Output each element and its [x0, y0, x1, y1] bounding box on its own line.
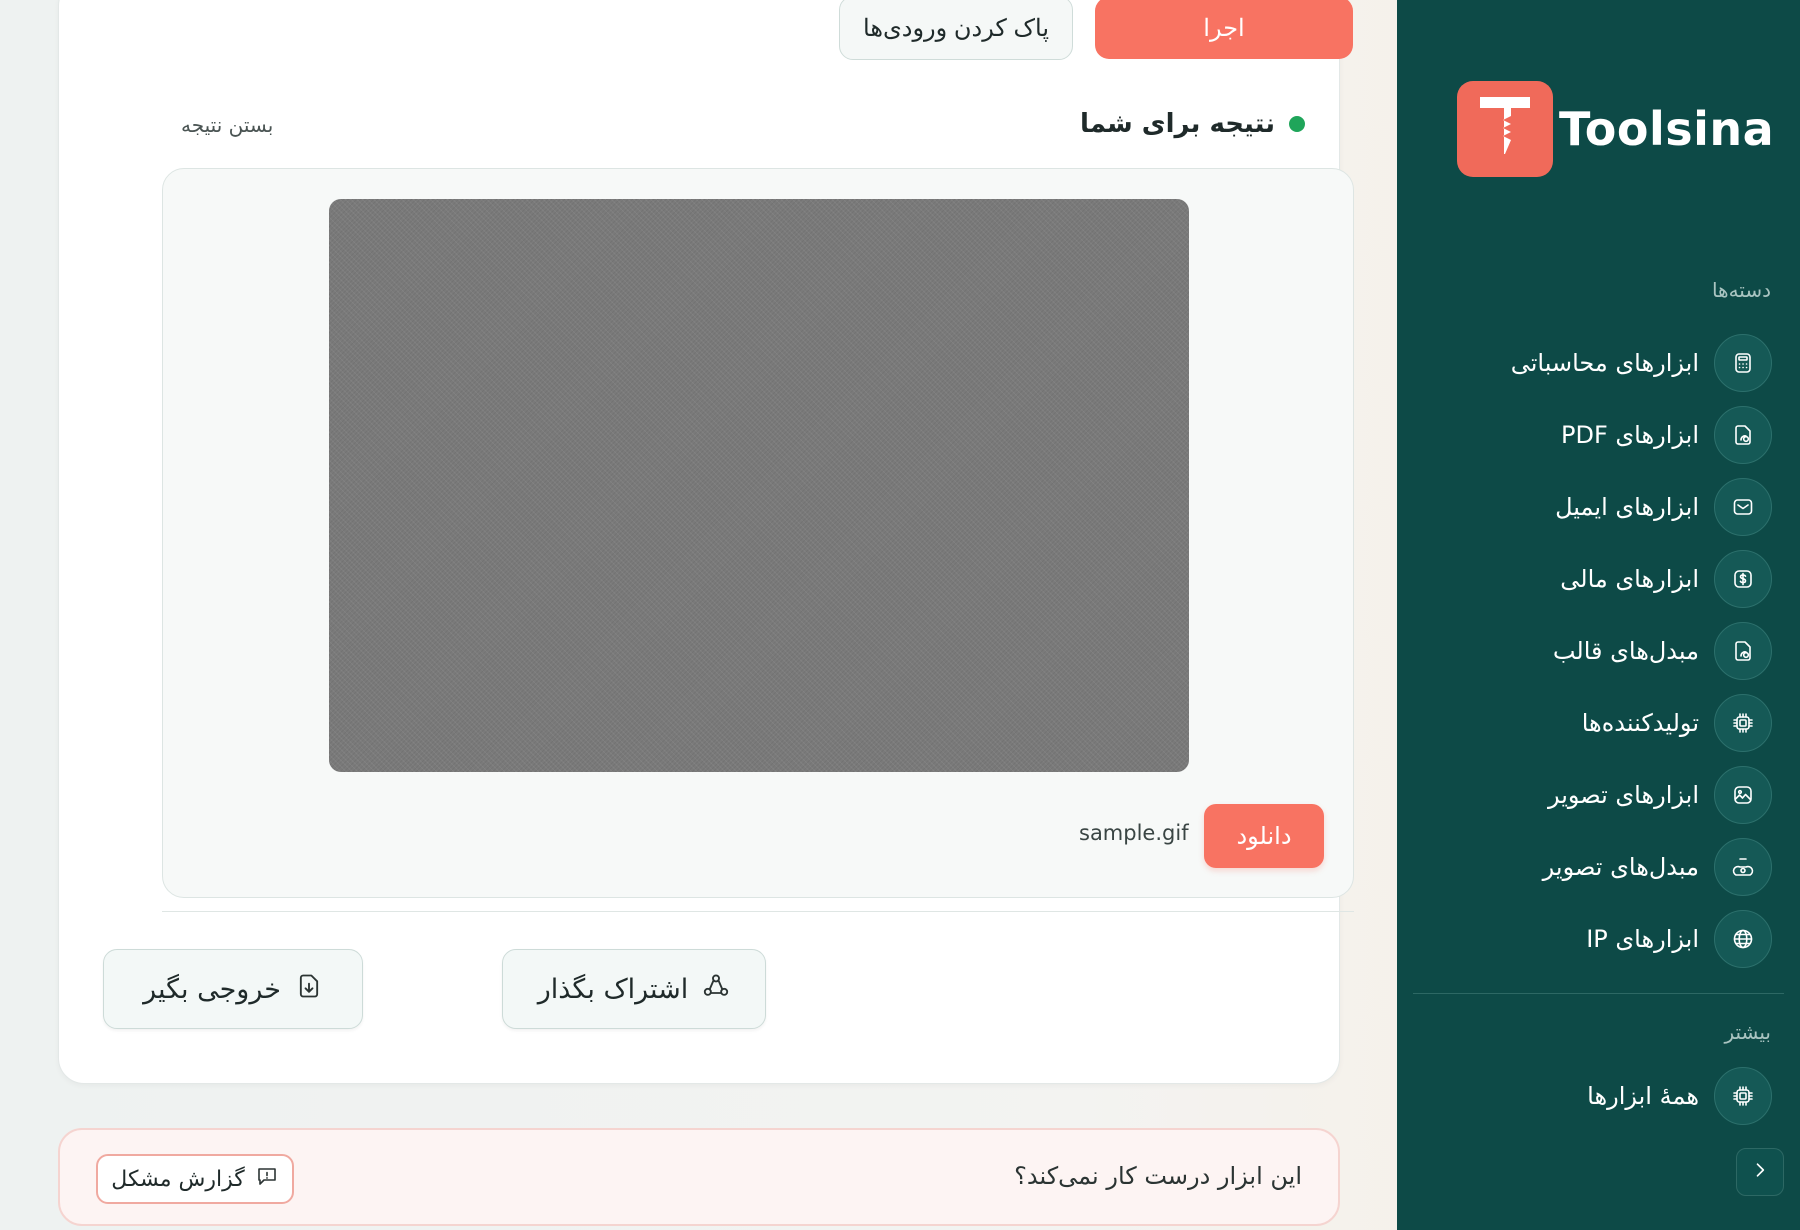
- export-button[interactable]: خروجی بگیر: [103, 949, 363, 1029]
- image-icon: [1714, 766, 1772, 824]
- dollar-icon: [1714, 550, 1772, 608]
- report-bar: این ابزار درست کار نمی‌کند؟ گزارش مشکل: [58, 1128, 1340, 1226]
- mail-icon: [1714, 478, 1772, 536]
- sidebar-item-all-tools[interactable]: همهٔ ابزارها: [1587, 1066, 1772, 1126]
- share-label: اشتراک بگذار: [537, 973, 689, 1005]
- document-icon: [1714, 406, 1772, 464]
- sidebar-item-label: ابزارهای مالی: [1560, 565, 1699, 593]
- report-problem-button[interactable]: گزارش مشکل: [96, 1154, 294, 1204]
- export-label: خروجی بگیر: [143, 973, 281, 1005]
- sidebar-item-ip[interactable]: ابزارهای IP: [1586, 909, 1772, 969]
- download-button[interactable]: دانلود: [1204, 804, 1324, 868]
- report-button-label: گزارش مشکل: [111, 1166, 245, 1192]
- run-button[interactable]: اجرا: [1095, 0, 1353, 59]
- chevron-right-icon: [1750, 1160, 1770, 1184]
- result-title: نتیجه برای شما: [1079, 109, 1275, 139]
- feedback-icon: [255, 1164, 279, 1194]
- clear-inputs-button[interactable]: پاک کردن ورودی‌ها: [839, 0, 1073, 60]
- sidebar-item-image-converters[interactable]: مبدل‌های تصویر: [1543, 837, 1772, 897]
- sidebar-item-format-converters[interactable]: مبدل‌های قالب: [1553, 621, 1772, 681]
- sidebar-collapse-button[interactable]: [1736, 1148, 1784, 1196]
- sidebar-item-email[interactable]: ابزارهای ایمیل: [1555, 477, 1772, 537]
- sidebar-item-label: ابزارهای PDF: [1561, 421, 1699, 449]
- sidebar-item-label: ابزارهای تصویر: [1547, 781, 1699, 809]
- sidebar-item-label: ابزارهای محاسباتی: [1510, 349, 1699, 377]
- divider: [162, 911, 1354, 912]
- more-heading: بیشتر: [1724, 1020, 1771, 1044]
- document-icon: [1714, 622, 1772, 680]
- calculator-icon: [1714, 334, 1772, 392]
- result-heading: نتیجه برای شما: [1080, 109, 1305, 139]
- sidebar-item-label: همهٔ ابزارها: [1587, 1082, 1699, 1110]
- share-icon: [702, 972, 730, 1007]
- screw-icon: [1457, 81, 1553, 177]
- sidebar-item-image-tools[interactable]: ابزارهای تصویر: [1548, 765, 1772, 825]
- share-button[interactable]: اشتراک بگذار: [502, 949, 766, 1029]
- sidebar-item-label: مبدل‌های تصویر: [1542, 853, 1699, 881]
- file-name: sample.gif: [1079, 821, 1189, 845]
- result-image-preview: [329, 199, 1189, 772]
- chip-icon: [1714, 1067, 1772, 1125]
- sidebar: Toolsina دسته‌ها ابزارهای محاسباتی ابزار…: [1397, 0, 1800, 1230]
- status-dot: [1289, 116, 1305, 132]
- sidebar-item-pdf[interactable]: ابزارهای PDF: [1561, 405, 1772, 465]
- sidebar-item-label: مبدل‌های قالب: [1552, 637, 1699, 665]
- globe-icon: [1714, 910, 1772, 968]
- report-question: این ابزار درست کار نمی‌کند؟: [1014, 1162, 1302, 1190]
- sidebar-item-label: تولیدکننده‌ها: [1581, 709, 1699, 737]
- sidebar-item-finance[interactable]: ابزارهای مالی: [1560, 549, 1772, 609]
- logo[interactable]: Toolsina: [1457, 81, 1774, 177]
- chip-icon: [1714, 694, 1772, 752]
- export-icon: [295, 972, 323, 1007]
- sidebar-divider: [1413, 993, 1784, 994]
- close-result-link[interactable]: بستن نتیجه: [181, 113, 273, 137]
- categories-heading: دسته‌ها: [1711, 278, 1771, 302]
- sidebar-item-generators[interactable]: تولیدکننده‌ها: [1582, 693, 1772, 753]
- result-panel: دانلود sample.gif: [162, 168, 1354, 898]
- sidebar-item-label: ابزارهای IP: [1586, 925, 1699, 953]
- tool-card: اجرا پاک کردن ورودی‌ها نتیجه برای شما بس…: [58, 0, 1354, 1084]
- image-convert-icon: [1714, 838, 1772, 896]
- sidebar-item-calculation[interactable]: ابزارهای محاسباتی: [1511, 333, 1772, 393]
- brand-name: Toolsina: [1559, 102, 1775, 156]
- sidebar-item-label: ابزارهای ایمیل: [1555, 493, 1699, 521]
